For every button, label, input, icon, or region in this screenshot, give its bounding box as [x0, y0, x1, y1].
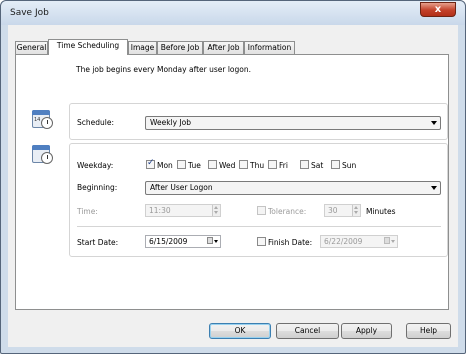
calendar-dropdown-icon[interactable]	[207, 237, 219, 246]
start-date-picker[interactable]: 6/15/2009	[145, 235, 221, 248]
tolerance-label: Tolerance:	[268, 207, 307, 216]
start-date-value: 6/15/2009	[149, 237, 188, 246]
time-label: Time:	[77, 207, 98, 216]
checkbox-thu[interactable]	[239, 160, 248, 169]
finish-date-value: 6/22/2009	[324, 237, 363, 246]
schedule-label: Schedule:	[77, 118, 114, 127]
day-label-mon: Mon	[157, 161, 173, 170]
calendar-clock-icon-weekly	[32, 144, 54, 164]
schedule-value: Weekly Job	[150, 118, 192, 127]
beginning-dropdown[interactable]: After User Logon	[145, 181, 441, 195]
tab-general[interactable]: General	[15, 41, 48, 54]
day-label-tue: Tue	[188, 161, 201, 170]
finish-date-checkbox[interactable]	[257, 237, 266, 246]
calendar-dropdown-icon[interactable]	[384, 237, 396, 246]
checkbox-mon[interactable]	[146, 158, 155, 169]
start-date-label: Start Date:	[77, 238, 119, 247]
tab-information[interactable]: Information	[244, 41, 295, 54]
spinner-icon[interactable]	[352, 205, 360, 216]
checkbox-sun[interactable]	[331, 160, 340, 169]
day-label-sun: Sun	[342, 161, 357, 170]
close-button[interactable]: x	[420, 2, 456, 17]
ok-button[interactable]: OK	[209, 323, 271, 339]
time-field[interactable]: 11:30	[145, 204, 221, 217]
beginning-value: After User Logon	[150, 183, 213, 192]
cancel-button[interactable]: Cancel	[276, 323, 339, 339]
schedule-dropdown[interactable]: Weekly Job	[145, 116, 441, 130]
schedule-description: The job begins every Monday after user l…	[76, 65, 252, 74]
chevron-down-icon	[431, 186, 437, 190]
apply-button[interactable]: Apply	[341, 323, 392, 339]
tab-time-scheduling[interactable]: Time Scheduling	[48, 39, 128, 55]
tolerance-field[interactable]: 30	[324, 204, 361, 217]
spinner-icon[interactable]	[212, 205, 220, 216]
checkbox-tue[interactable]	[177, 160, 186, 169]
tab-image[interactable]: Image	[128, 41, 157, 54]
tab-before-job[interactable]: Before Job	[157, 41, 203, 54]
checkbox-fri[interactable]	[268, 160, 277, 169]
day-label-thu: Thu	[250, 161, 265, 170]
tolerance-unit: Minutes	[366, 207, 396, 216]
checkbox-sat[interactable]	[300, 160, 309, 169]
window-title: Save Job	[10, 8, 49, 18]
day-label-fri: Fri	[279, 161, 288, 170]
calendar-clock-icon: 14	[32, 109, 54, 129]
tab-after-job[interactable]: After Job	[203, 41, 244, 54]
day-label-sat: Sat	[311, 161, 324, 170]
day-label-wed: Wed	[219, 161, 236, 170]
tolerance-checkbox[interactable]	[257, 206, 266, 215]
help-button[interactable]: Help	[406, 323, 451, 339]
checkbox-wed[interactable]	[208, 160, 217, 169]
finish-date-label: Finish Date:	[268, 238, 313, 247]
time-value: 11:30	[149, 206, 171, 215]
close-icon: x	[434, 4, 442, 15]
tolerance-value: 30	[328, 206, 338, 215]
divider	[77, 226, 441, 227]
title-bar[interactable]: Save Job x	[1, 1, 465, 25]
chevron-down-icon	[431, 121, 437, 125]
finish-date-picker[interactable]: 6/22/2009	[320, 235, 398, 248]
beginning-label: Beginning:	[77, 183, 118, 192]
weekday-label: Weekday:	[77, 161, 114, 170]
